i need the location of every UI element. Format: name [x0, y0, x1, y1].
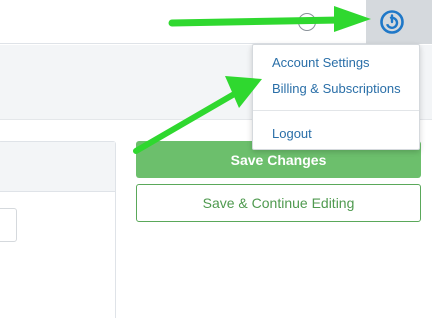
menu-divider	[253, 110, 419, 111]
menu-item-account-settings[interactable]: Account Settings	[272, 55, 370, 70]
menu-item-logout[interactable]: Logout	[272, 126, 312, 141]
user-menu-button[interactable]	[366, 0, 432, 44]
power-icon	[380, 10, 404, 34]
save-continue-editing-button[interactable]: Save & Continue Editing	[136, 184, 421, 222]
top-bar	[0, 0, 432, 44]
content-panel	[0, 141, 116, 318]
text-input[interactable]	[0, 208, 17, 242]
page: Save Changes Save & Continue Editing Acc…	[0, 0, 432, 318]
question-circle-icon[interactable]	[298, 13, 316, 31]
panel-header	[0, 142, 115, 192]
user-dropdown-menu: Account Settings Billing & Subscriptions…	[252, 44, 420, 150]
menu-item-billing-subscriptions[interactable]: Billing & Subscriptions	[272, 81, 401, 96]
